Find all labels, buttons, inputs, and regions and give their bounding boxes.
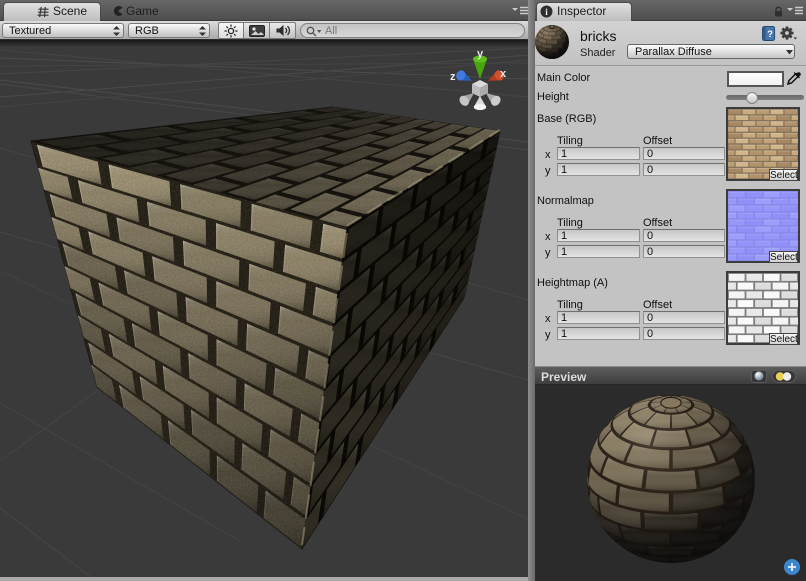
svg-text:y: y	[477, 48, 484, 60]
svg-text:z: z	[450, 71, 456, 83]
svg-text:x: x	[500, 68, 507, 80]
